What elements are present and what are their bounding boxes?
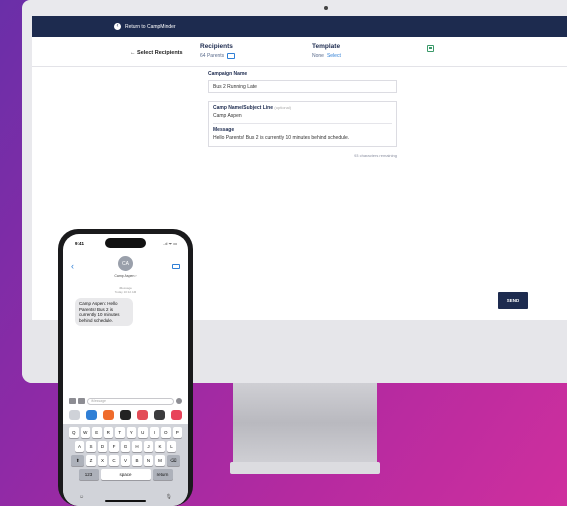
key-z[interactable]: Z: [86, 455, 96, 466]
facetime-icon[interactable]: [172, 264, 180, 269]
space-key[interactable]: space: [100, 469, 151, 480]
key-f[interactable]: F: [109, 441, 119, 452]
optional-tag: (optional): [274, 105, 292, 110]
avatar[interactable]: CA: [118, 256, 133, 271]
subject-input[interactable]: Camp Aspen: [213, 111, 392, 120]
header-row: ← Select Recipients Recipients 64 Parent…: [32, 37, 567, 67]
iphone: 9:41 ..ıl ᯤ ▭ ‹ CA Camp Aspen › iMessage…: [58, 229, 193, 506]
campaign-name-label: Campaign Name: [208, 71, 248, 77]
template-select-link[interactable]: Select: [327, 53, 341, 59]
select-recipients-link[interactable]: ← Select Recipients: [130, 50, 183, 56]
key-o[interactable]: O: [161, 427, 171, 438]
status-icons: ..ıl ᯤ ▭: [163, 241, 177, 246]
compose-row: iMessage: [69, 397, 182, 405]
key-n[interactable]: N: [143, 455, 154, 466]
recipients-list-icon[interactable]: [227, 53, 236, 59]
key-a[interactable]: A: [74, 441, 85, 452]
audio-icon[interactable]: [176, 398, 182, 404]
key-u[interactable]: U: [138, 427, 148, 438]
music-app-icon[interactable]: [103, 410, 114, 420]
template-value: None: [312, 53, 324, 59]
key-s[interactable]: S: [86, 441, 96, 452]
stickers-app-icon[interactable]: [154, 410, 165, 420]
return-key[interactable]: return: [152, 469, 173, 480]
thread-meta: iMessage Today 10:12 AM: [114, 286, 137, 294]
mic-icon[interactable]: 🎙: [166, 494, 172, 500]
message-bubble: Camp Aspen: Hello Parents! Bus 2 is curr…: [75, 298, 133, 326]
phone-screen: 9:41 ..ıl ᯤ ▭ ‹ CA Camp Aspen › iMessage…: [63, 234, 188, 506]
key-v[interactable]: V: [120, 455, 131, 466]
key-h[interactable]: H: [132, 441, 142, 452]
template-column: Template None Select: [312, 43, 341, 59]
key-t[interactable]: T: [115, 427, 125, 438]
emoji-icon[interactable]: ☺: [79, 494, 84, 500]
key-w[interactable]: W: [80, 427, 90, 438]
numbers-key[interactable]: 123: [78, 469, 99, 480]
heart-app-icon[interactable]: [171, 410, 182, 420]
key-g[interactable]: G: [120, 441, 131, 452]
delete-key[interactable]: ⌫: [166, 455, 180, 466]
key-b[interactable]: B: [132, 455, 142, 466]
contact-name[interactable]: Camp Aspen ›: [63, 274, 188, 278]
app-drawer: [69, 410, 182, 420]
key-j[interactable]: J: [143, 441, 154, 452]
monitor-stand: [233, 383, 377, 463]
camera-icon: [324, 6, 328, 10]
key-m[interactable]: M: [155, 455, 165, 466]
back-chevron-icon[interactable]: ‹: [71, 261, 74, 271]
key-l[interactable]: L: [166, 441, 177, 452]
message-form: Campaign Name Bus 2 Running Late Camp Na…: [208, 71, 397, 158]
back-arrow-icon[interactable]: ‹: [114, 23, 121, 30]
recipients-title: Recipients: [200, 43, 233, 50]
key-e[interactable]: E: [92, 427, 102, 438]
top-bar: ‹ Return to CampMinder: [32, 16, 567, 37]
key-q[interactable]: Q: [69, 427, 79, 438]
key-k[interactable]: K: [155, 441, 165, 452]
save-icon[interactable]: [427, 45, 434, 52]
apps-icon[interactable]: [78, 398, 85, 404]
key-p[interactable]: P: [172, 427, 182, 438]
send-button[interactable]: SEND: [498, 292, 528, 309]
home-indicator: [105, 500, 146, 502]
key-i[interactable]: I: [149, 427, 159, 438]
monitor-base: [230, 462, 380, 474]
return-link[interactable]: Return to CampMinder: [125, 24, 176, 30]
key-r[interactable]: R: [103, 427, 113, 438]
photos-app-icon[interactable]: [69, 410, 80, 420]
compose-input[interactable]: iMessage: [87, 397, 174, 405]
key-y[interactable]: Y: [126, 427, 136, 438]
key-d[interactable]: D: [97, 441, 108, 452]
recipients-count: 64 Parents: [200, 53, 225, 59]
status-time: 9:41: [75, 241, 85, 246]
memoji-app-icon[interactable]: [137, 410, 148, 420]
chars-remaining: 93 characters remaining: [354, 153, 397, 158]
recipients-column: Recipients 64 Parents: [200, 43, 236, 59]
campaign-name-input[interactable]: Bus 2 Running Late: [208, 80, 397, 93]
key-c[interactable]: C: [109, 455, 119, 466]
template-title: Template: [312, 43, 341, 50]
appstore-app-icon[interactable]: [86, 410, 97, 420]
message-group: Camp Name/Subject Line (optional) Camp A…: [208, 101, 397, 147]
applepay-app-icon[interactable]: [120, 410, 131, 420]
camera-icon[interactable]: [69, 398, 76, 404]
shift-key[interactable]: ⬆: [71, 455, 85, 466]
message-textarea[interactable]: Hello Parents! Bus 2 is currently 10 min…: [213, 133, 392, 142]
key-x[interactable]: X: [97, 455, 108, 466]
dynamic-island: [105, 238, 146, 248]
